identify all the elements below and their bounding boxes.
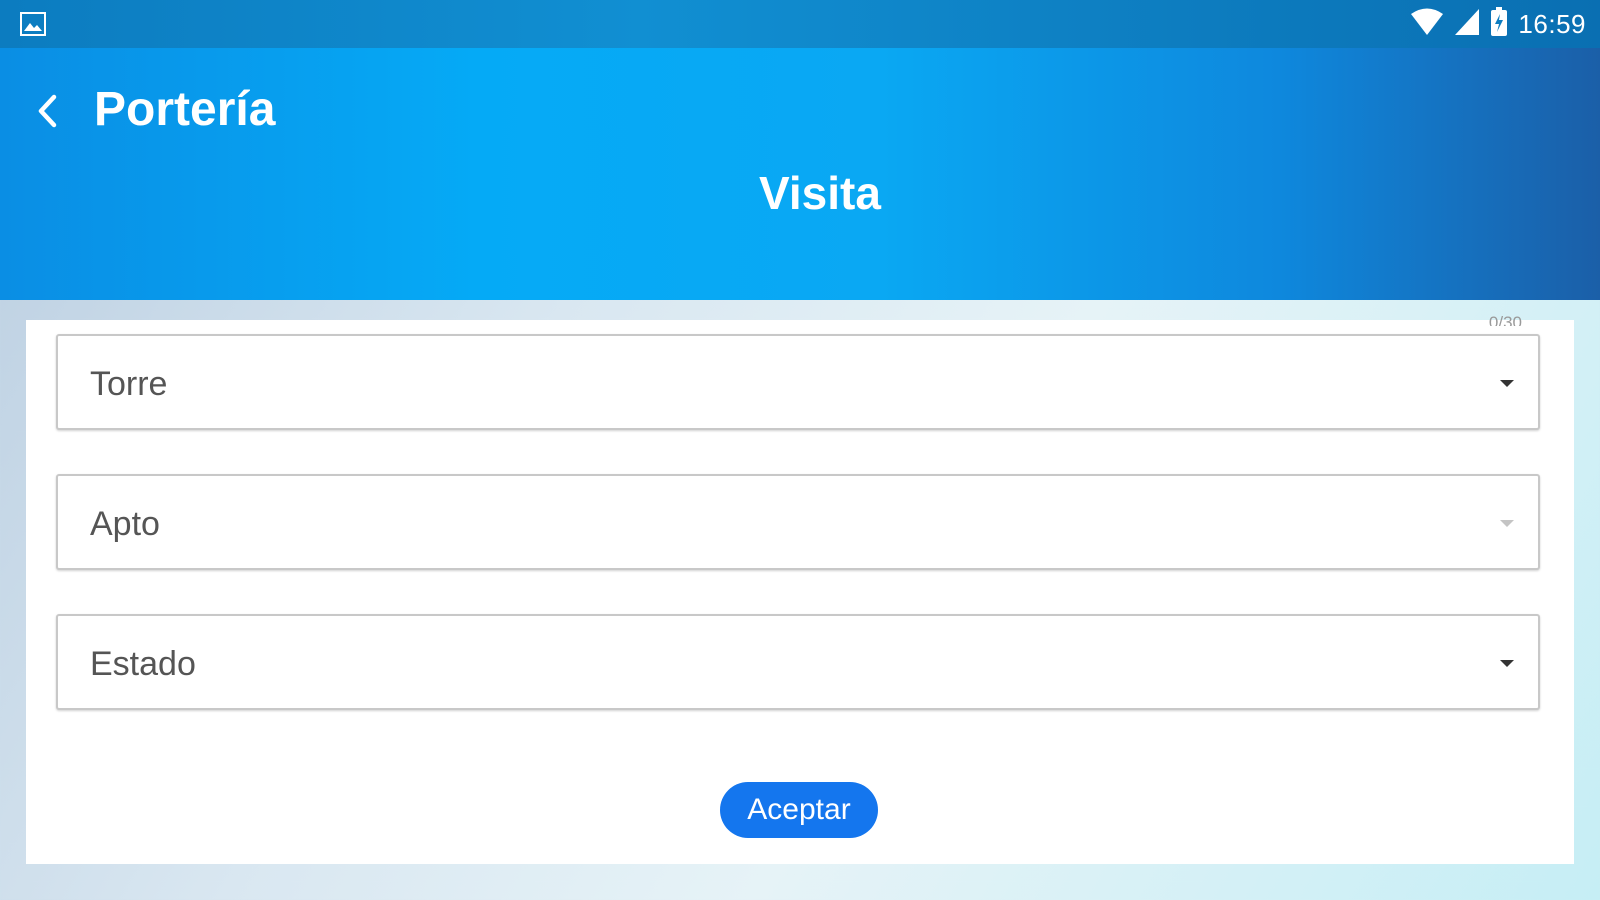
- app-title: Portería: [94, 83, 276, 136]
- page-title: Visita: [759, 167, 881, 219]
- estado-select[interactable]: Estado: [56, 614, 1540, 710]
- gallery-icon: [20, 12, 46, 41]
- dropdown-arrow-icon: [1500, 520, 1514, 527]
- estado-select-label: Estado: [90, 645, 196, 683]
- status-icons: 16:59: [1410, 6, 1586, 42]
- dropdown-arrow-icon: [1500, 660, 1514, 667]
- character-counter: 0/30: [1488, 313, 1522, 326]
- accept-button[interactable]: Aceptar: [720, 782, 878, 838]
- chevron-left-icon: [36, 93, 60, 134]
- back-button[interactable]: [28, 88, 68, 138]
- status-bar: 16:59: [0, 0, 1600, 48]
- cell-signal-icon: [1454, 8, 1480, 41]
- torre-select[interactable]: Torre: [56, 334, 1540, 430]
- visit-form-card: 0/30 Torre Apto Estado Aceptar: [26, 313, 1574, 864]
- battery-charging-icon: [1490, 6, 1508, 42]
- apto-select[interactable]: Apto: [56, 474, 1540, 570]
- apto-select-label: Apto: [90, 505, 160, 543]
- app-header: Portería Visita: [0, 48, 1600, 300]
- dropdown-arrow-icon: [1500, 380, 1514, 387]
- wifi-icon: [1410, 8, 1444, 41]
- torre-select-label: Torre: [90, 365, 168, 403]
- status-time: 16:59: [1518, 8, 1586, 39]
